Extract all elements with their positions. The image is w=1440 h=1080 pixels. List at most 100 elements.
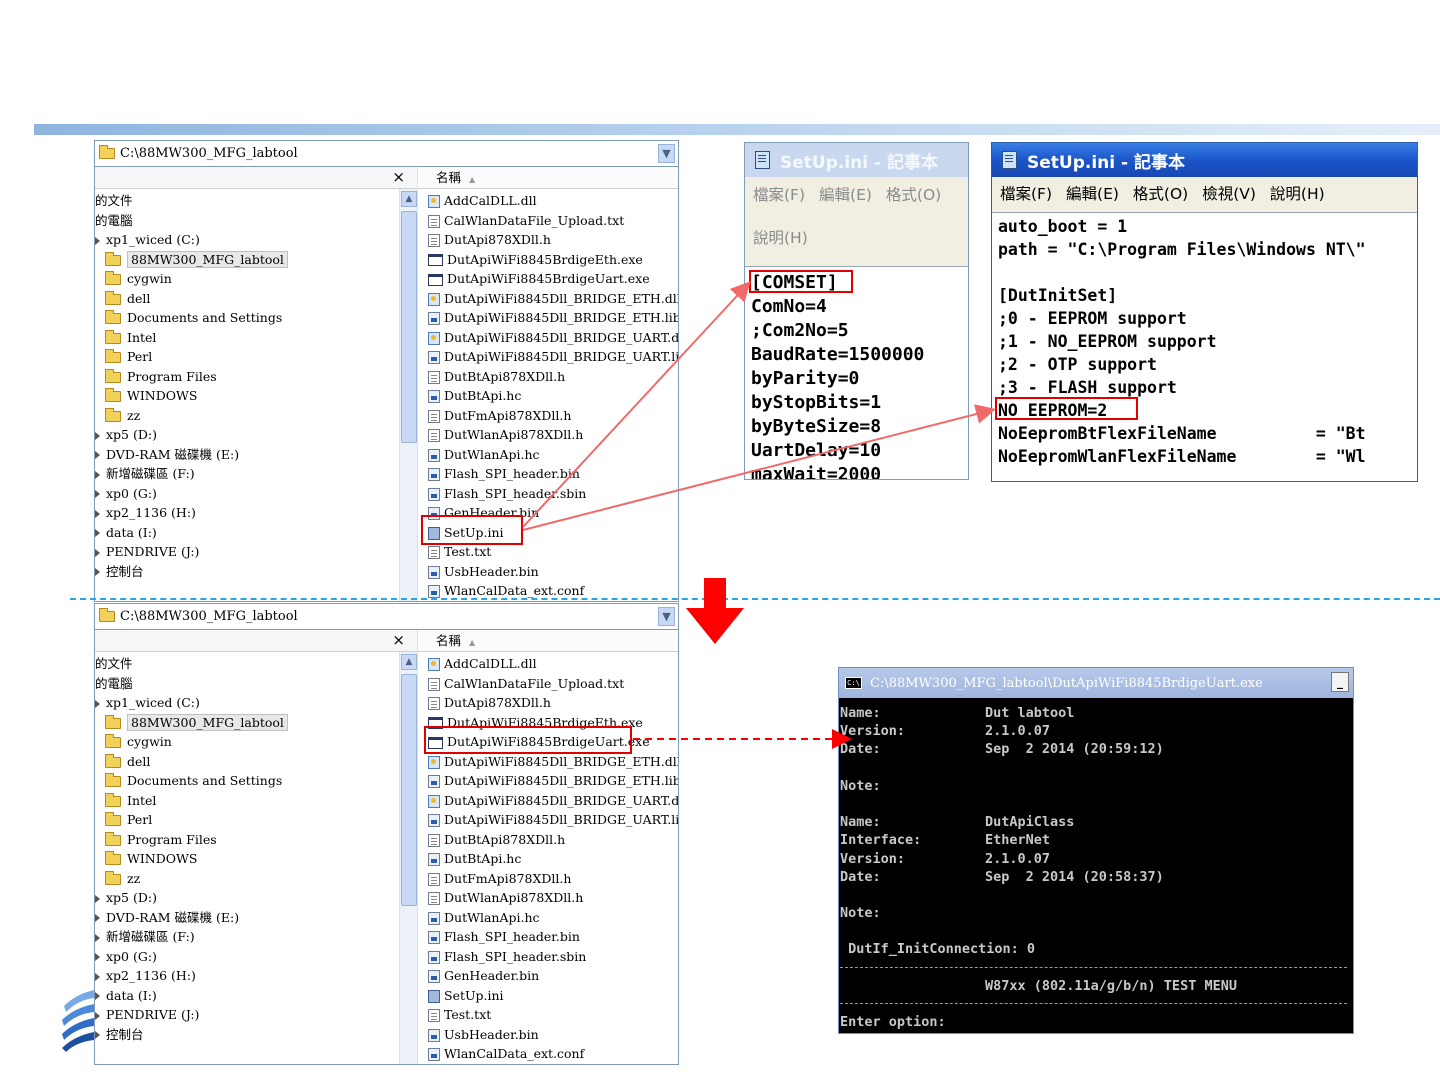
- tree-item[interactable]: xp5 (D:): [95, 888, 399, 908]
- column-header-name[interactable]: 名稱 ▲: [418, 167, 678, 189]
- file-item[interactable]: AddCalDLL.dll: [428, 654, 678, 674]
- menu-item[interactable]: 格式(O): [886, 181, 941, 209]
- scroll-up-button[interactable]: ▲: [401, 654, 417, 670]
- file-item[interactable]: Flash_SPI_header.sbin: [428, 947, 678, 967]
- notepad-text-area[interactable]: [COMSET] ComNo=4 ;Com2No=5 BaudRate=1500000…: [745, 267, 968, 479]
- tree-scrollbar[interactable]: ▲: [399, 652, 417, 1064]
- menu-item[interactable]: 格式(O): [1133, 180, 1188, 208]
- expand-arrow-icon[interactable]: [95, 548, 100, 557]
- file-item[interactable]: DutBtApi.hc: [428, 386, 678, 406]
- close-tree-button[interactable]: ×: [392, 631, 405, 649]
- menu-item[interactable]: 檔案(F): [1000, 180, 1052, 208]
- expand-arrow-icon[interactable]: [95, 894, 100, 903]
- menu-item[interactable]: 說明(H): [1270, 180, 1325, 208]
- tree-item[interactable]: Intel: [95, 791, 399, 811]
- tree-item[interactable]: DVD-RAM 磁碟機 (E:): [95, 445, 399, 465]
- file-item[interactable]: WlanCalData_ext.conf: [428, 1044, 678, 1064]
- tree-item[interactable]: Documents and Settings: [95, 308, 399, 328]
- expand-arrow-icon[interactable]: [95, 509, 100, 518]
- tree-item[interactable]: xp2_1136 (H:): [95, 966, 399, 986]
- tree-scrollbar[interactable]: ▲: [399, 189, 417, 601]
- tree-item[interactable]: 控制台: [95, 1025, 399, 1045]
- tree-item[interactable]: xp2_1136 (H:): [95, 503, 399, 523]
- file-item[interactable]: DutBtApi878XDll.h: [428, 367, 678, 387]
- notepad-window-comset[interactable]: SetUp.ini - 記事本 檔案(F) 編輯(E) 格式(O) 說明(H) [CO…: [744, 142, 969, 480]
- tree-item[interactable]: Documents and Settings: [95, 771, 399, 791]
- file-item[interactable]: DutBtApi878XDll.h: [428, 830, 678, 850]
- expand-arrow-icon[interactable]: [95, 470, 100, 479]
- file-item[interactable]: DutApiWiFi8845Dll_BRIDGE_UART.dll: [428, 328, 678, 348]
- tree-item[interactable]: dell: [95, 752, 399, 772]
- file-item[interactable]: Test.txt: [428, 1005, 678, 1025]
- minimize-button[interactable]: _: [1331, 672, 1349, 692]
- tree-item[interactable]: 的文件: [95, 654, 399, 674]
- close-tree-button[interactable]: ×: [392, 168, 405, 186]
- explorer-window-top[interactable]: C:\88MW300_MFG_labtool ▼ × 的文件 的電腦 xp1_wic…: [94, 140, 679, 602]
- tree-item[interactable]: dell: [95, 289, 399, 309]
- console-window[interactable]: C:\ C:\88MW300_MFG_labtool\DutApiWiFi884…: [838, 667, 1354, 1034]
- address-bar[interactable]: C:\88MW300_MFG_labtool ▼: [95, 604, 678, 630]
- address-dropdown-button[interactable]: ▼: [658, 144, 675, 163]
- expand-arrow-icon[interactable]: [95, 568, 100, 576]
- notepad-window-dutinit[interactable]: SetUp.ini - 記事本 檔案(F) 編輯(E) 格式(O) 檢視(V) 說明(H…: [991, 142, 1418, 482]
- tree-item[interactable]: cygwin: [95, 269, 399, 289]
- address-dropdown-button[interactable]: ▼: [658, 607, 675, 626]
- file-item[interactable]: GenHeader.bin: [428, 966, 678, 986]
- tree-item[interactable]: 的文件: [95, 191, 399, 211]
- tree-item[interactable]: WINDOWS: [95, 386, 399, 406]
- tree-item[interactable]: Perl: [95, 810, 399, 830]
- notepad-text-area[interactable]: auto_boot = 1 path = "C:\Program Files\Wi…: [992, 213, 1417, 468]
- file-item[interactable]: DutFmApi878XDll.h: [428, 869, 678, 889]
- tree-item[interactable]: Program Files: [95, 830, 399, 850]
- expand-arrow-icon[interactable]: [95, 451, 100, 459]
- file-item[interactable]: UsbHeader.bin: [428, 562, 678, 582]
- tree-item[interactable]: 控制台: [95, 562, 399, 582]
- file-item[interactable]: Flash_SPI_header.bin: [428, 464, 678, 484]
- console-output[interactable]: Name: Dut labtool Version: 2.1.0.07 Date: Sep…: [839, 698, 1353, 1031]
- file-item[interactable]: DutApiWiFi8845Dll_BRIDGE_UART.lib: [428, 347, 678, 367]
- tree-item[interactable]: data (I:): [95, 986, 399, 1006]
- expand-arrow-icon[interactable]: [95, 490, 100, 498]
- tree-item[interactable]: PENDRIVE (J:): [95, 1005, 399, 1025]
- explorer-window-bottom[interactable]: C:\88MW300_MFG_labtool ▼ × 的文件 的電腦 xp1_wic…: [94, 603, 679, 1065]
- notepad-title-bar[interactable]: SetUp.ini - 記事本: [745, 143, 968, 177]
- expand-arrow-icon[interactable]: [95, 236, 100, 245]
- menu-item[interactable]: 檔案(F): [753, 181, 805, 209]
- address-bar[interactable]: C:\88MW300_MFG_labtool ▼: [95, 141, 678, 167]
- expand-arrow-icon[interactable]: [95, 953, 100, 961]
- tree-item[interactable]: WINDOWS: [95, 849, 399, 869]
- file-item[interactable]: DutWlanApi.hc: [428, 908, 678, 928]
- tree-item[interactable]: 新增磁碟區 (F:): [95, 927, 399, 947]
- tree-item[interactable]: 新增磁碟區 (F:): [95, 464, 399, 484]
- tree-item[interactable]: xp5 (D:): [95, 425, 399, 445]
- file-item[interactable]: DutApiWiFi8845Dll_BRIDGE_ETH.lib: [428, 771, 678, 791]
- expand-arrow-icon[interactable]: [95, 529, 100, 537]
- file-item[interactable]: UsbHeader.bin: [428, 1025, 678, 1045]
- tree-item[interactable]: 88MW300_MFG_labtool: [95, 713, 399, 733]
- file-item[interactable]: DutFmApi878XDll.h: [428, 406, 678, 426]
- tree-item[interactable]: Program Files: [95, 367, 399, 387]
- scroll-up-button[interactable]: ▲: [401, 191, 417, 207]
- file-item[interactable]: DutApiWiFi8845Dll_BRIDGE_UART.dll: [428, 791, 678, 811]
- file-item[interactable]: DutBtApi.hc: [428, 849, 678, 869]
- tree-item[interactable]: xp1_wiced (C:): [95, 693, 399, 713]
- expand-arrow-icon[interactable]: [95, 431, 100, 440]
- file-item[interactable]: AddCalDLL.dll: [428, 191, 678, 211]
- notepad-title-bar[interactable]: SetUp.ini - 記事本: [992, 143, 1417, 177]
- file-item[interactable]: DutApiWiFi8845Dll_BRIDGE_ETH.dll: [428, 752, 678, 772]
- tree-item[interactable]: cygwin: [95, 732, 399, 752]
- file-item[interactable]: DutWlanApi878XDll.h: [428, 888, 678, 908]
- scroll-thumb[interactable]: [401, 674, 417, 906]
- menu-item[interactable]: 檢視(V): [1202, 180, 1256, 208]
- file-item[interactable]: Flash_SPI_header.sbin: [428, 484, 678, 504]
- file-item[interactable]: DutApi878XDll.h: [428, 230, 678, 250]
- tree-item[interactable]: 88MW300_MFG_labtool: [95, 250, 399, 270]
- tree-item[interactable]: xp1_wiced (C:): [95, 230, 399, 250]
- expand-arrow-icon[interactable]: [95, 933, 100, 942]
- file-item[interactable]: CalWlanDataFile_Upload.txt: [428, 674, 678, 694]
- tree-item[interactable]: zz: [95, 406, 399, 426]
- expand-arrow-icon[interactable]: [95, 914, 100, 922]
- file-item[interactable]: DutApiWiFi8845Dll_BRIDGE_ETH.lib: [428, 308, 678, 328]
- menu-item[interactable]: 說明(H): [753, 224, 808, 252]
- tree-item[interactable]: xp0 (G:): [95, 484, 399, 504]
